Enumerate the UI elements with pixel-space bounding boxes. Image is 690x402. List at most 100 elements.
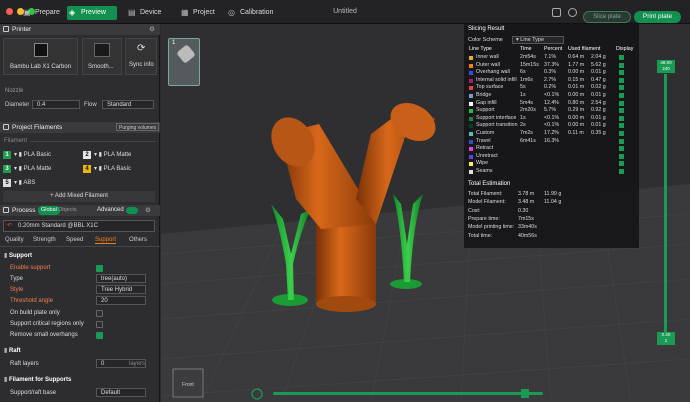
enable-support-checkbox[interactable] <box>96 265 103 272</box>
support-section-title: ▮ Support <box>4 253 32 259</box>
raft-layers-input[interactable]: 0 layers <box>96 359 146 368</box>
display-checkbox[interactable] <box>619 146 624 152</box>
line-type-row: Bridge 1s <0.1% 0.00 m 0.01 g <box>467 92 637 100</box>
prepare-icon: ▣ <box>23 8 31 17</box>
line-type-row: Inner wall 2m54s 7.1% 0.64 m 2.04 g <box>467 54 637 62</box>
close-window-button[interactable] <box>6 8 13 15</box>
advanced-toggle[interactable] <box>126 207 138 214</box>
diameter-select[interactable]: 0.4 <box>32 100 80 109</box>
line-type-row: Seams <box>467 168 637 176</box>
display-checkbox[interactable] <box>619 153 624 159</box>
build-plate-only-checkbox[interactable] <box>96 310 103 317</box>
estimation-row: Cost: 0.30 <box>468 207 529 214</box>
add-mixed-filament-button[interactable]: + Add Mixed Filament <box>3 191 155 202</box>
preview-icon: ◈ <box>69 8 76 17</box>
display-checkbox[interactable] <box>619 62 624 68</box>
tab-support[interactable]: Support <box>95 237 117 244</box>
preset-modified-icon: ↶ <box>7 223 13 229</box>
process-tabs: Quality Strength Speed Support Others <box>0 235 160 247</box>
display-checkbox[interactable] <box>619 123 624 129</box>
tab-speed[interactable]: Speed <box>66 237 83 243</box>
display-checkbox[interactable] <box>619 77 624 83</box>
display-checkbox[interactable] <box>619 131 624 136</box>
line-type-row: Internal solid infill 1m6s 2.7% 0.15 m 0.47 … <box>467 77 637 85</box>
support-base-label: Support/raft base <box>10 390 57 396</box>
line-type-swatch <box>469 78 473 83</box>
line-type-swatch <box>469 147 473 152</box>
plate-thumbnail[interactable]: 1 <box>168 38 200 86</box>
window-title: Untitled <box>333 8 357 15</box>
process-settings-icon[interactable]: ⚙ <box>145 205 151 216</box>
layer-top-label: 48.00 240 <box>657 60 675 73</box>
line-type-swatch <box>469 162 473 167</box>
estimation-row: Prepare time: 7m15s <box>468 215 534 222</box>
print-plate-button[interactable]: Print plate <box>634 11 681 23</box>
filament-item-2[interactable]: 2 ▾ ▮ PLA Matte <box>83 150 131 160</box>
line-type-swatch <box>469 56 473 60</box>
global-toggle[interactable]: Global <box>38 206 60 215</box>
filament-item-1[interactable]: 1 ▾ ▮ PLA Basic <box>3 150 51 160</box>
display-checkbox[interactable] <box>619 85 624 91</box>
sync-icon: ⟳ <box>137 43 146 54</box>
process-preset-select[interactable]: ↶ 0.20mm Standard @BBL X1C <box>3 220 155 232</box>
support-style-label: Style <box>10 287 24 293</box>
tab-others[interactable]: Others <box>129 237 147 243</box>
tab-preview[interactable]: ◈ Preview <box>67 6 117 20</box>
filament-item-3[interactable]: 3 ▾ ▮ PLA Matte <box>3 164 51 174</box>
display-checkbox[interactable] <box>619 169 624 174</box>
filament-item-4[interactable]: 4 ▾ ▮ PLA Basic <box>83 164 131 174</box>
purging-volumes-button[interactable]: Purging volumes <box>116 123 160 131</box>
toolbar-icon[interactable] <box>552 8 561 17</box>
line-type-row: Outer wall 15m15s 37.3% 1.77 m 5.62 g <box>467 62 637 70</box>
diameter-label: Diameter <box>5 102 30 108</box>
tab-quality[interactable]: Quality <box>5 237 24 243</box>
settings-gear-icon[interactable]: ⚙ <box>149 24 155 35</box>
support-style-select[interactable]: Tree Hybrid <box>96 285 146 294</box>
line-type-row: Travel 6m41s 16.3% <box>467 138 637 146</box>
estimation-row: Total Filament: 3.78 m 11.99 g <box>468 191 562 197</box>
display-checkbox[interactable] <box>619 108 624 114</box>
horizontal-slider-handle[interactable] <box>521 389 529 398</box>
threshold-angle-input[interactable]: 20 <box>96 296 146 305</box>
tab-project[interactable]: ▦ Project <box>179 6 219 20</box>
plate-image-icon <box>94 43 110 57</box>
display-checkbox[interactable] <box>619 115 624 121</box>
slicing-table-header: Line Type Time Percent Used filament Dis… <box>469 46 634 52</box>
calibration-icon: ◎ <box>228 8 235 17</box>
display-checkbox[interactable] <box>619 70 624 76</box>
undo-icon[interactable] <box>568 8 577 17</box>
tab-device[interactable]: ▤ Device <box>126 6 165 20</box>
support-base-select[interactable]: Default <box>96 388 146 397</box>
line-type-row: Top surface 5s 0.2% 0.01 m 0.02 g <box>467 84 637 92</box>
tab-prepare[interactable]: ▣ Prepare <box>21 6 64 20</box>
tab-strength[interactable]: Strength <box>33 237 56 243</box>
line-type-swatch <box>469 86 473 91</box>
printer-select[interactable]: Bambu Lab X1 Carbon <box>3 38 78 75</box>
remove-small-overhangs-checkbox[interactable] <box>96 332 103 339</box>
advanced-label: Advanced <box>97 207 124 213</box>
flow-select[interactable]: Standard <box>102 100 154 109</box>
color-scheme-select[interactable]: ▾ Line Type <box>512 36 564 44</box>
filament-supports-title: ▮ Filament for Supports <box>4 377 72 383</box>
build-plate-only-label: On build plate only <box>10 310 60 316</box>
horizontal-slider-track[interactable] <box>273 392 543 395</box>
slice-plate-button[interactable]: Slice plate <box>583 11 631 23</box>
display-checkbox[interactable] <box>619 100 624 106</box>
enable-support-label: Enable support <box>10 265 51 271</box>
sync-info-button[interactable]: ⟳ Sync info <box>125 38 157 75</box>
model-thumbnail-icon <box>176 44 196 64</box>
layer-slider[interactable]: 48.00 240 0.20 1 <box>655 60 675 350</box>
filament-item-5[interactable]: 5 ▾ ▮ ABS <box>3 178 35 188</box>
display-checkbox[interactable] <box>619 55 624 60</box>
critical-regions-checkbox[interactable] <box>96 321 103 328</box>
printer-icon <box>3 26 9 32</box>
support-type-select[interactable]: tree(auto) <box>96 274 146 283</box>
layer-slider-track[interactable] <box>664 74 667 334</box>
display-checkbox[interactable] <box>619 161 624 167</box>
raft-layers-label: Raft layers <box>10 361 39 367</box>
plate-type-select[interactable]: Smooth... <box>82 38 122 75</box>
display-checkbox[interactable] <box>619 138 624 144</box>
tab-calibration[interactable]: ◎ Calibration <box>226 6 277 20</box>
objects-toggle[interactable]: Objects <box>58 205 77 216</box>
display-checkbox[interactable] <box>619 93 624 98</box>
